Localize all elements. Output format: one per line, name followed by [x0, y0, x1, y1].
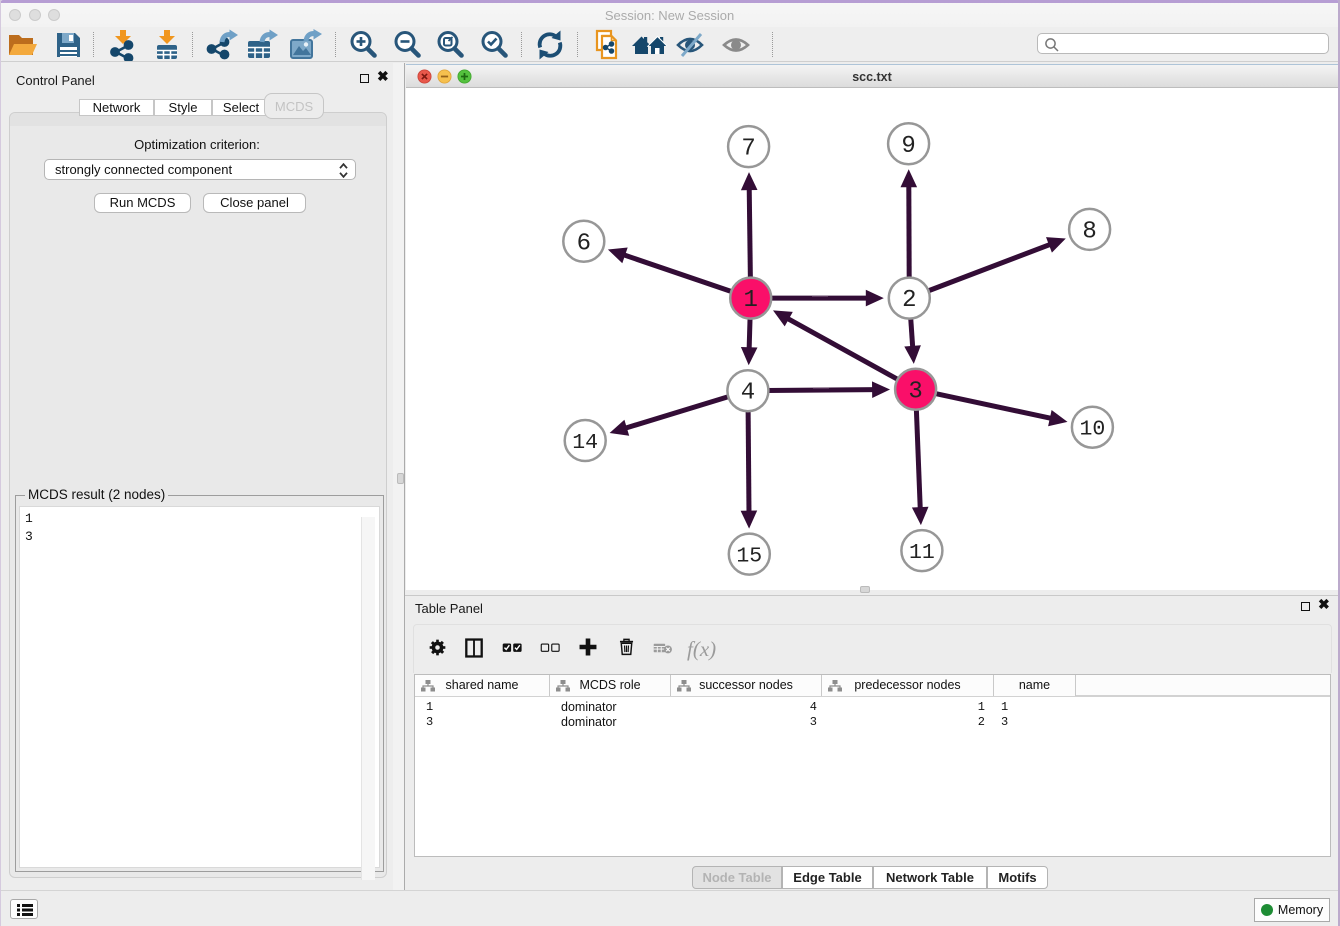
svg-text:15: 15 [736, 545, 762, 569]
svg-text:8: 8 [1082, 218, 1096, 245]
svg-text:4: 4 [741, 380, 755, 407]
svg-text:11: 11 [909, 541, 935, 565]
svg-text:2: 2 [902, 287, 916, 314]
svg-text:3: 3 [908, 378, 922, 405]
svg-text:9: 9 [901, 133, 915, 160]
svg-text:10: 10 [1079, 418, 1105, 442]
svg-text:6: 6 [577, 230, 591, 257]
svg-text:1: 1 [743, 287, 757, 314]
svg-text:14: 14 [572, 431, 598, 455]
svg-text:7: 7 [741, 136, 755, 163]
